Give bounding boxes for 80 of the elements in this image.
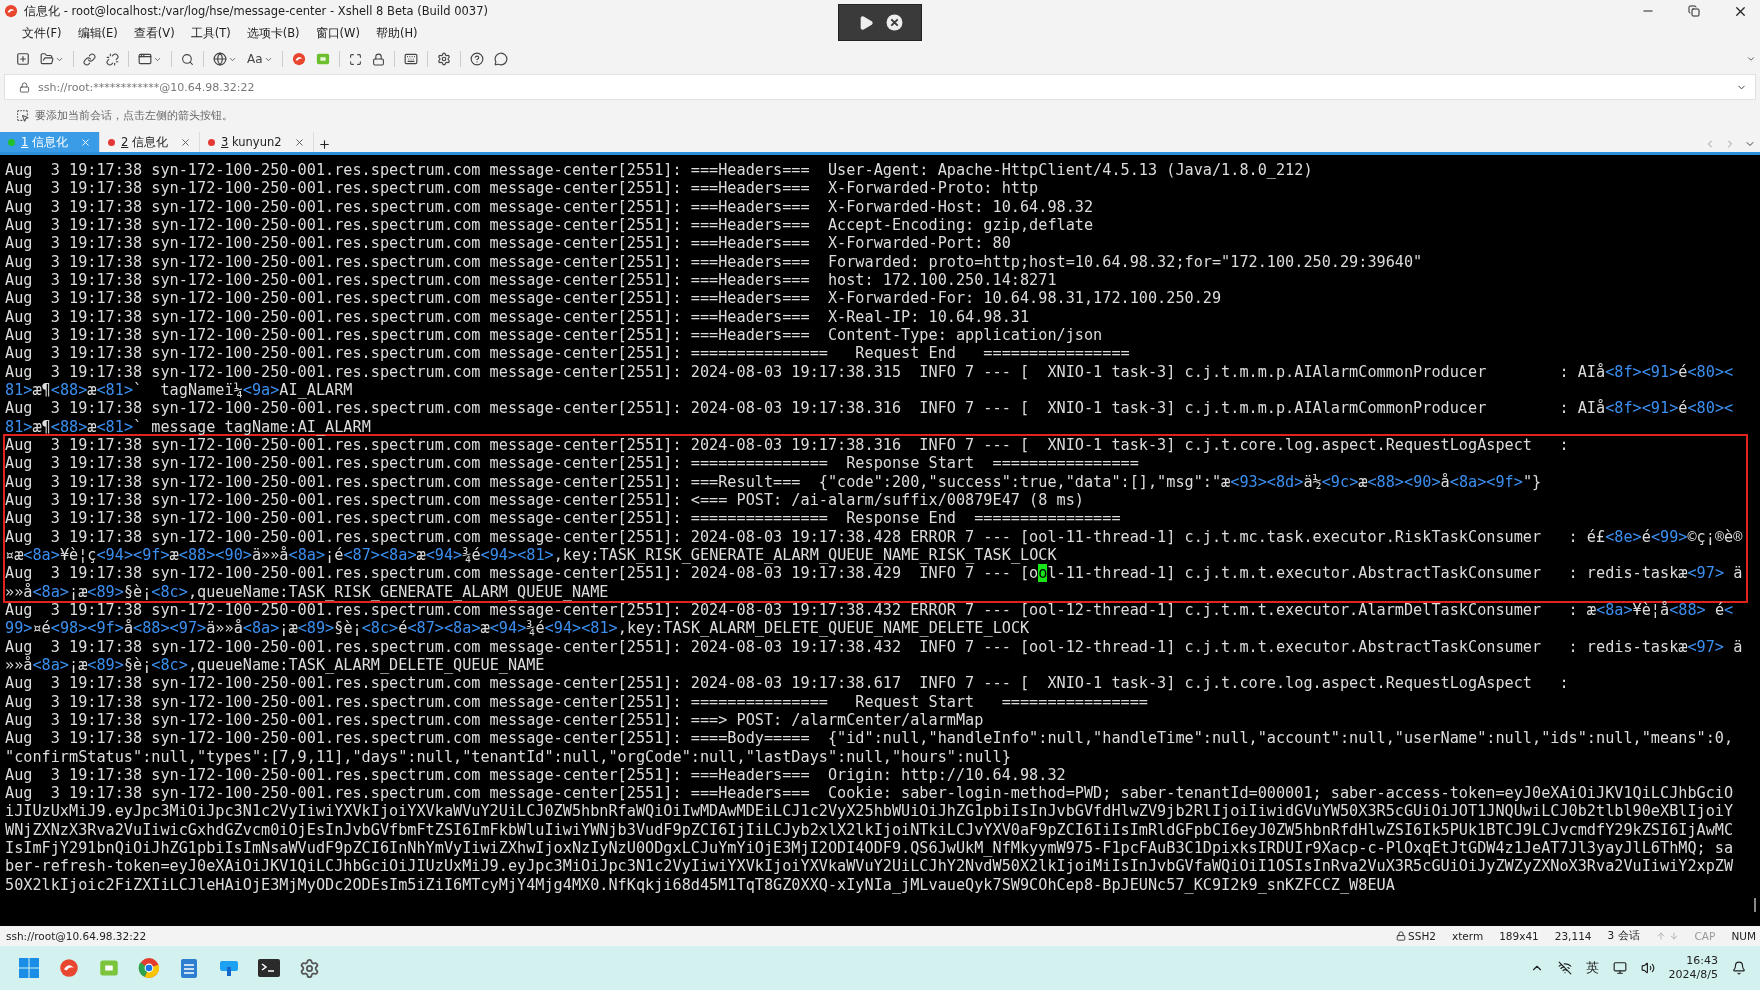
menu-item[interactable]: 查看(V) <box>125 23 183 43</box>
terminal-line: Aug 3 19:17:38 syn-172-100-250-001.res.spectrum.com message-center[2551]: ===Headers=== User-Agent: Apache-HttpClient/4.5.13 (Java/1.8.0_212) <box>5 161 1314 180</box>
address-bar[interactable]: ssh://root:************@10.64.98.32:22 <box>4 74 1756 100</box>
terminal-line: Aug 3 19:17:38 syn-172-100-250-001.res.spectrum.com message-center[2551]: 2024-08-03 19:17:38.617 INFO 7 --- [ XNIO-1 task-3] c.j.t.core.log.aspect.RequestLogAspect : <box>5 674 1570 693</box>
browser-icon[interactable] <box>136 955 162 981</box>
plus-icon <box>317 137 331 151</box>
terminal-type: xterm <box>1451 930 1484 942</box>
menu-item[interactable]: 工具(T) <box>182 23 239 43</box>
scrollbar-thumb[interactable] <box>1754 898 1756 912</box>
terminal-line: Aug 3 19:17:38 syn-172-100-250-001.res.spectrum.com message-center[2551]: =============== Request End ================ <box>5 344 1131 363</box>
terminal-line: 50X2lkIjoic2FiZXIiLCJleHAiOjE3MjMyODc2ODEsIm5iZiI6MTcyMjY4Mjg4MX0.NfKqkji68d45M1TqT8GZ0XXQ-xIyNIa_jMLvaueQyk7SW9COhCep8-BpJEUNc57_KC9I2k9_snKZFCCZ_W8EUA <box>5 875 1396 895</box>
cursor-position: 23,114 <box>1554 930 1592 942</box>
terminal-line: Aug 3 19:17:38 syn-172-100-250-001.res.spectrum.com message-center[2551]: ===Headers=== Origin: http://10.64.98.32 <box>5 765 1067 785</box>
terminal-line: ber-refresh-token=eyJ0eXAiOiJKV1QiLCJhbGciOiJIUzUxMiJ9.eyJpc3MiOiJpc3N1c2VyIiwiYXVkIjoiYXVkaWVuY2UiLCJhY2NvdW50X2lkIjoiMiIsInJvbGVfaWQiOiI1OSIsInRva2VuX3R5cGUiOiJyZWZyZXNoX3Rva2VuIiwiY2xpZW <box>5 857 1735 876</box>
close-button[interactable] <box>885 14 903 31</box>
terminal-line: Aug 3 19:17:38 syn-172-100-250-001.res.spectrum.com message-center[2551]: ===Headers=== X-Forwarded-Proto: http <box>5 179 1040 198</box>
window-title: 信息化 - root@localhost:/var/log/hse/message-center - Xshell 8 Beta (Build 0037) <box>24 3 488 19</box>
terminal-line: Aug 3 19:17:38 syn-172-100-250-001.res.spectrum.com message-center[2551]: =============== Request Start ================ <box>5 692 1149 711</box>
terminal-line: Aug 3 19:17:38 syn-172-100-250-001.res.spectrum.com message-center[2551]: ===Headers=== host: 172.100.250.14:8271 <box>5 270 1058 290</box>
caps-indicator: CAP <box>1694 930 1716 942</box>
terminal-line: Aug 3 19:17:38 syn-172-100-250-001.res.spectrum.com message-center[2551]: 2024-08-03 19:17:38.316 INFO 7 --- [ XNIO-1 task-3] c.j.t.core.log.aspect.RequestLogAspect : <box>5 435 1570 455</box>
session-count: 3 会话 <box>1607 929 1640 943</box>
terminal-line: Aug 3 19:17:38 syn-172-100-250-001.res.spectrum.com message-center[2551]: ===> POST: /alarmCenter/alarmMap <box>5 710 985 730</box>
terminal-line: 99>¤é<98><9f>å<88><97>ä»»å<8a>¡æ<89>§è¡<8c>é<87><8a>æ<94>¾é<94><81>,key:TASK_ALARM_DELETE_QUEUE_NAME_DELETE_LOCK <box>5 619 1031 638</box>
terminal-line: Aug 3 19:17:38 syn-172-100-250-001.res.spectrum.com message-center[2551]: ====Body===== {"id":null,"handleInfo":null,"handleTime":null,"account":null,"userName":null,"ids":null,"means":0, <box>5 729 1735 748</box>
terminal-line: WNjZXNzX3Rva2VuIiwicGxhdGZvcm0iOjEsInJvbGVfbmFtZSI6ImFkbWluIiwiYWNjb3VudF9pZCI6IjIiLCJyb2xlX2lkIjoiNTkiLCJvYXV0aF9pZCI6IiIsImRldGFpbCI6eyJ0ZW5hbnRfdHlwZSI6Ik5PUk1BTCJ9LCJvcmdfY29kZSI6IjAwMC <box>5 820 1735 840</box>
terminal-line: Aug 3 19:17:38 syn-172-100-250-001.res.spectrum.com message-center[2551]: ===Result=== {"code":200,"success":true,"data":[],"msg":"æ<93><8d>ä½<9c>æ<88><90>å<8a><9f>"} <box>5 472 1543 491</box>
terminal-line: Aug 3 19:17:38 syn-172-100-250-001.res.spectrum.com message-center[2551]: ===Headers=== X-Real-IP: 10.64.98.31 <box>5 307 1031 326</box>
protocol-status: SSH2 <box>1408 930 1436 942</box>
terminal-size: 189x41 <box>1499 930 1539 942</box>
hint-text: 要添加当前会话，点击左侧的箭头按钮。 <box>35 107 233 123</box>
terminal-line: Aug 3 19:17:38 syn-172-100-250-001.res.spectrum.com message-center[2551]: 2024-08-03 19:17:38.315 INFO 7 --- [ XNIO-1 task-3] c.j.t.m.m.p.AIAlarmCommonProducer : AIå<8f><91>é<80>< <box>5 362 1735 381</box>
terminal-line: Aug 3 19:17:38 syn-172-100-250-001.res.spectrum.com message-center[2551]: ===Headers=== X-Forwarded-Port: 80 <box>5 234 1012 253</box>
terminal-line: Aug 3 19:17:38 syn-172-100-250-001.res.spectrum.com message-center[2551]: ===Headers=== X-Forwarded-For: 10.64.98.31,172.100.250.29 <box>5 289 1223 308</box>
lock-icon <box>19 81 30 93</box>
address-field[interactable]: ssh://root:************@10.64.98.32:22 <box>36 79 1730 95</box>
terminal-line: Aug 3 19:17:38 syn-172-100-250-001.res.spectrum.com message-center[2551]: 2024-08-03 19:17:38.432 ERROR 7 --- [ool-12-thread-1] c.j.t.m.t.executor.AlarmDelTaskConsumer : æ<8a>¥è¦å<88> é< <box>5 600 1735 619</box>
close-icon[interactable] <box>80 136 91 148</box>
lock-icon <box>1396 931 1407 941</box>
terminal-line: iJIUzUxMiJ9.eyJpc3MiOiJpc3N1c2VyIiwiYXVkIjoiYXVkaWVuY2UiLCJ0ZW5hbnRfaWQiOiIwMDAwMDEiLCJ1c2VyX25hbWUiOiJhZG1pbiIsInJvbGVfdHlwZV9jb2RlIjoiIiwidGVuYW50X3R5cGUiOiJOT1JNQUwiLCJ0b2tlbl90eXBlIjoiY <box>5 802 1735 821</box>
terminal-line: Aug 3 19:17:38 syn-172-100-250-001.res.spectrum.com message-center[2551]: ===Headers=== Accept-Encoding: gzip,deflate <box>5 216 1095 235</box>
terminal-line: Aug 3 19:17:38 syn-172-100-250-001.res.spectrum.com message-center[2551]: 2024-08-03 19:17:38.428 ERROR 7 --- [ool-11-thread-1] c.j.t.mc.task.executor.RiskTaskConsumer : é£<8e>é<99>©ç¡®è® <box>5 527 1744 546</box>
restore-icon <box>1688 5 1700 17</box>
menu-item[interactable]: 选项卡(B) <box>238 23 308 43</box>
num-indicator: NUM <box>1731 930 1756 942</box>
terminal-line: 81>æ¶<88>æ<81>` message tagName:AI_ALARM <box>5 417 372 436</box>
terminal-line: IsImFjY291bnQiOiJhZG1pbiIsImNsaWVudF9pZCI6InNhYmVyIiwiZXhwIjoxNzIyNzU0ODgxLCJuYmYiOjE3MjI2ODI4ODF9.QS6JwUkM_NfMkyymW975-F1pcFAuB3C1DpixksIRDUIr9Xacp-c-PlOxqEtJtGDW4z1JeAT7Jl3yayJlL6ThMQ; sa <box>5 839 1735 858</box>
terminal-line: Aug 3 19:17:38 syn-172-100-250-001.res.spectrum.com message-center[2551]: =============== Response Start ================ <box>5 454 1140 473</box>
volume-icon[interactable] <box>1640 961 1655 975</box>
terminal-line: Aug 3 19:17:38 syn-172-100-250-001.res.spectrum.com message-center[2551]: ===Headers=== X-Forwarded-Host: 10.64.98.32 <box>5 197 1095 216</box>
terminal-line: Aug 3 19:17:38 syn-172-100-250-001.res.spectrum.com message-center[2551]: 2024-08-03 19:17:38.432 INFO 7 --- [ool-12-thread-1] c.j.t.m.t.executor.AbstractTaskConsumer : redis-taskæ<97> ä <box>5 637 1744 656</box>
network-icon[interactable] <box>1557 961 1572 975</box>
terminal-line: Aug 3 19:17:38 syn-172-100-250-001.res.spectrum.com message-center[2551]: ===Headers=== Forwarded: proto=http;host=10.64.98.32;for="172.100.250.29:39640" <box>5 252 1424 271</box>
terminal-line: "confirmStatus":null,"types":[7,9,11],"days":null,"tenantId":null,"orgCode":null,"lastDays":null,"hours":null} <box>5 747 1012 766</box>
input-method[interactable]: 英 <box>1585 959 1599 977</box>
terminal-line: »»å<8a>¡æ<89>§è¡<8c>,queueName:TASK_ALARM_DELETE_QUEUE_NAME <box>5 655 546 675</box>
clock[interactable]: 16:43 2024/8/5 <box>1668 954 1718 982</box>
app-logo-icon <box>4 4 18 18</box>
font-button[interactable]: Aa <box>243 47 277 71</box>
terminal-line: »»å<8a>¡æ<89>§è¡<8c>,queueName:TASK_RISK_GENERATE_ALARM_QUEUE_NAME <box>5 582 610 601</box>
terminal-line: Aug 3 19:17:38 syn-172-100-250-001.res.spectrum.com message-center[2551]: ===Headers=== Content-Type: application/json <box>5 325 1104 345</box>
terminal-line: Aug 3 19:17:38 syn-172-100-250-001.res.spectrum.com message-center[2551]: ===Headers=== Cookie: saber-login-method=PWD; saber-tenantId=000001; saber-access-token=eyJ0eXAiOiJKV1QiLCJhbGciO <box>5 784 1735 803</box>
terminal-line: ¤æ<8a>¥è¦ç<94><9f>æ<88><90>ä»»å<8a>¡é<87><8a>æ<94>¾é<94><81>,key:TASK_RISK_GENERATE_ALARM_QUEUE_NAME_RISK_TASK_LOCK <box>5 545 1058 565</box>
connection-status: ssh://root@10.64.98.32:22 <box>6 930 147 942</box>
terminal-line: Aug 3 19:17:38 syn-172-100-250-001.res.spectrum.com message-center[2551]: 2024-08-03 19:17:38.316 INFO 7 --- [ XNIO-1 task-3] c.j.t.m.m.p.AIAlarmCommonProducer : AIå<8f><91>é<80>< <box>5 399 1735 418</box>
start-icon[interactable] <box>16 955 42 981</box>
terminal-line: Aug 3 19:17:38 syn-172-100-250-001.res.spectrum.com message-center[2551]: =============== Response End ================ <box>5 509 1122 528</box>
menu-item[interactable]: 文件(F) <box>14 23 70 43</box>
menu-item[interactable]: 窗口(W) <box>307 23 368 43</box>
close-icon[interactable] <box>179 136 191 148</box>
menu-item[interactable]: 编辑(E) <box>69 23 126 43</box>
notification-icon[interactable] <box>1732 961 1746 975</box>
menu-item[interactable]: 帮助(H) <box>367 23 426 43</box>
close-icon[interactable] <box>293 136 305 148</box>
terminal-line: 81>æ¶<88>æ<81>` tagNameï¼<9a>AI_ALARM <box>5 380 354 400</box>
download-icon <box>1668 931 1679 941</box>
terminal-line: Aug 3 19:17:38 syn-172-100-250-001.res.spectrum.com message-center[2551]: 2024-08-03 19:17:38.429 INFO 7 --- [ool-11-thread-1] c.j.t.m.t.executor.AbstractTaskConsumer : redis-taskæ<97> ä <box>5 564 1744 583</box>
upload-icon <box>1655 931 1666 941</box>
terminal-line: Aug 3 19:17:38 syn-172-100-250-001.res.spectrum.com message-center[2551]: <=== POST: /ai-alarm/suffix/00879E47 (8 ms) <box>5 490 1084 510</box>
display-icon[interactable] <box>1612 961 1627 975</box>
